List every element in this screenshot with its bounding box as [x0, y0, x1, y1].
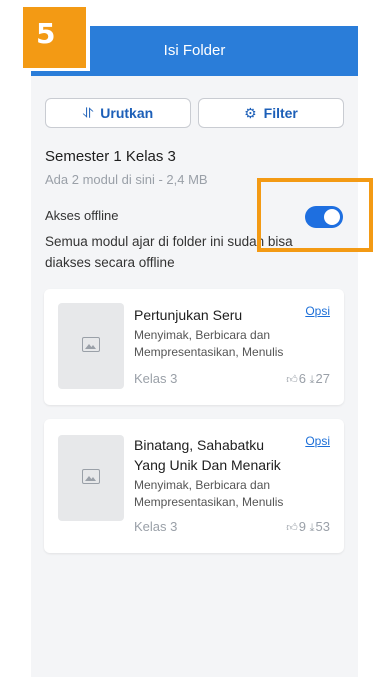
offline-access-label: Akses offline [45, 208, 119, 223]
like-count: 9 [298, 519, 307, 534]
module-subjects: Menyimak, Berbicara dan Mempresentasikan… [134, 328, 284, 359]
app-screen: Isi Folder ⥯ Urutkan ⚙ Filter Semester 1… [31, 26, 358, 677]
module-title: Binatang, Sahabatku Yang Unik Dan Menari… [134, 437, 281, 473]
module-options-link[interactable]: Opsi [305, 304, 330, 318]
module-card[interactable]: Pertunjukan Seru Opsi Menyimak, Berbicar… [44, 289, 344, 405]
module-subjects: Menyimak, Berbicara dan Mempresentasikan… [134, 478, 284, 509]
download-icon: ⤓ [309, 374, 315, 386]
filter-icon: ⚙ [244, 104, 257, 121]
folder-title: Semester 1 Kelas 3 [45, 148, 176, 165]
module-stats: 👍︎9 ⤓53 [286, 519, 330, 535]
step-number-badge: 5 [20, 4, 90, 71]
highlight-frame [257, 178, 373, 252]
module-thumbnail [58, 435, 124, 521]
thumbs-up-icon: 👍︎ [286, 522, 298, 534]
sort-label: Urutkan [100, 105, 154, 121]
module-title: Pertunjukan Seru [134, 307, 243, 323]
image-placeholder-icon [82, 337, 100, 352]
module-options-link[interactable]: Opsi [305, 434, 330, 448]
module-card[interactable]: Binatang, Sahabatku Yang Unik Dan Menari… [44, 419, 344, 553]
step-number: 5 [36, 17, 56, 50]
sort-button[interactable]: ⥯ Urutkan [45, 98, 191, 128]
like-count: 6 [298, 371, 307, 386]
filter-button[interactable]: ⚙ Filter [198, 98, 344, 128]
download-icon: ⤓ [309, 522, 315, 534]
module-grade: Kelas 3 [134, 371, 178, 386]
image-placeholder-icon [82, 469, 100, 484]
folder-meta: Ada 2 modul di sini - 2,4 MB [45, 172, 208, 187]
filter-label: Filter [263, 105, 298, 121]
module-thumbnail [58, 303, 124, 389]
download-count: 27 [315, 371, 330, 386]
thumbs-up-icon: 👍︎ [286, 374, 298, 386]
module-stats: 👍︎6 ⤓27 [286, 371, 330, 387]
sort-icon: ⥯ [82, 104, 94, 121]
download-count: 53 [315, 519, 330, 534]
module-grade: Kelas 3 [134, 519, 178, 534]
